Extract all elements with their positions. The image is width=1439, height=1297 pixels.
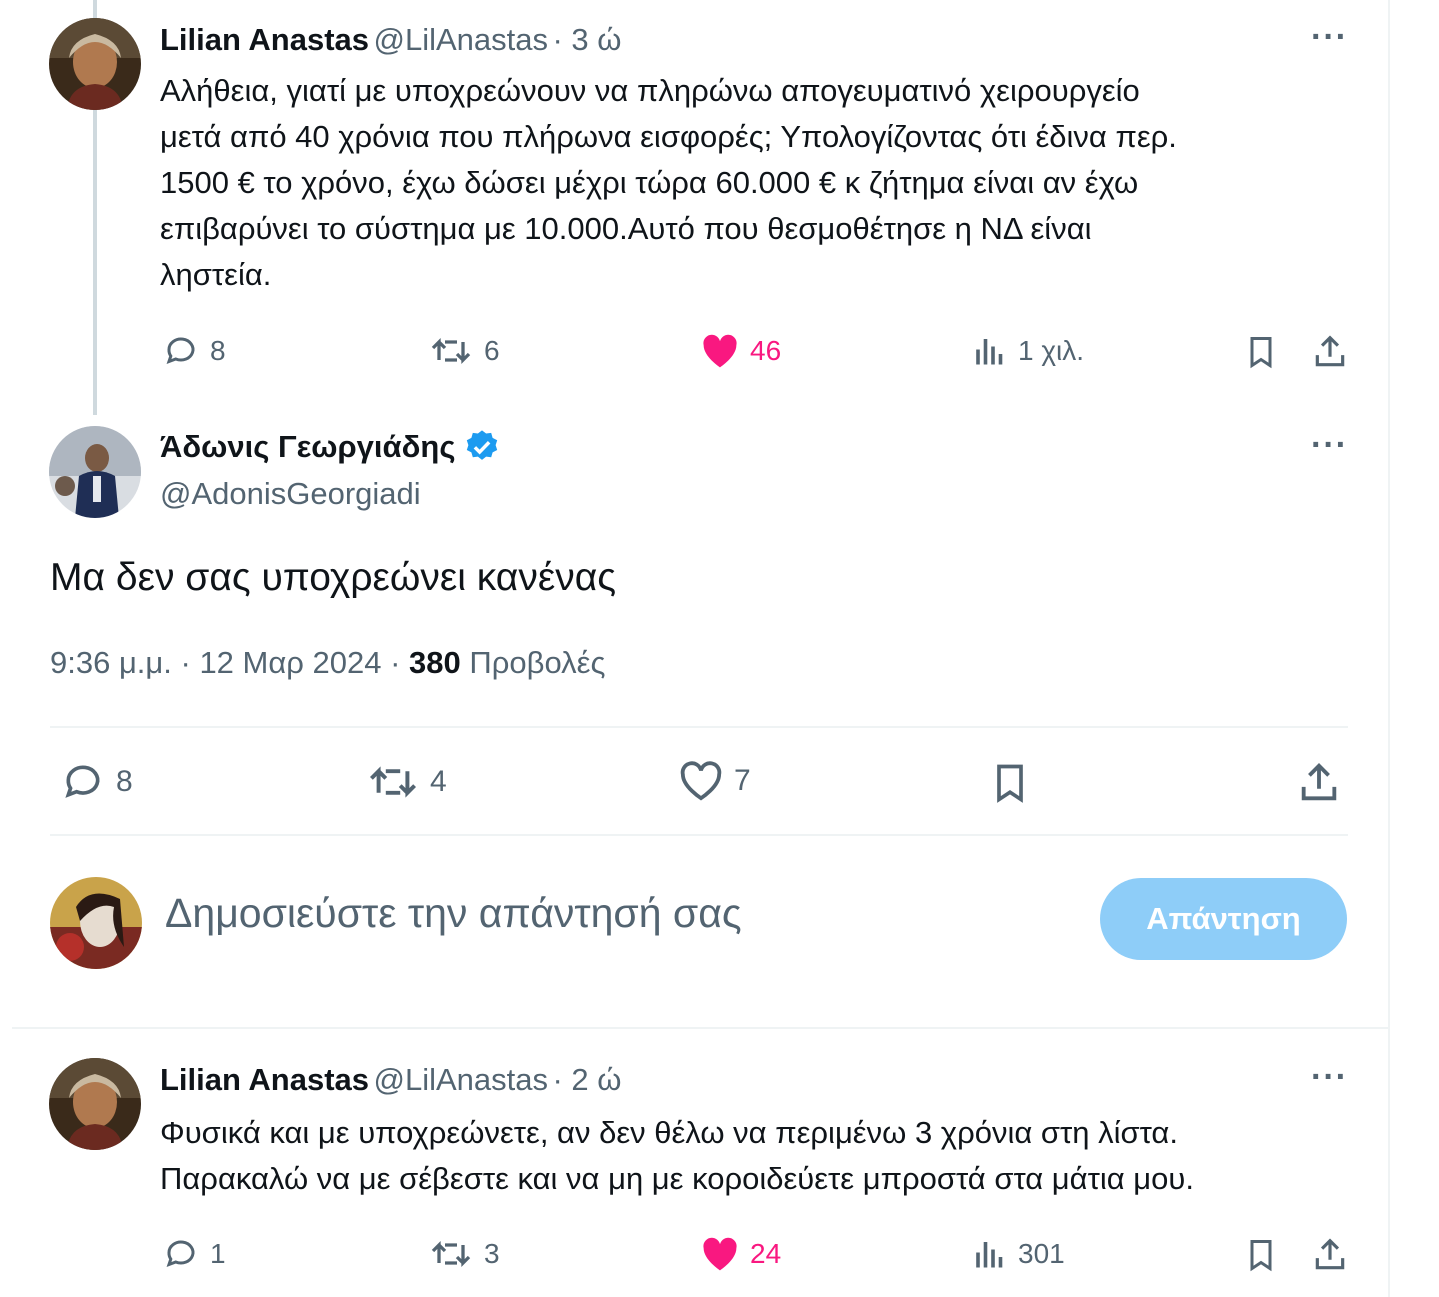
views-label: Προβολές: [469, 645, 606, 680]
like-count: 7: [734, 764, 751, 797]
reply-icon: [166, 1240, 195, 1268]
tweet-time[interactable]: · 2 ώ: [552, 1062, 621, 1097]
avatar[interactable]: [49, 18, 141, 110]
tweet-text: Αλήθεια, γιατί με υποχρεώνουν να πληρώνω…: [160, 68, 1177, 298]
bookmark-icon: [997, 764, 1023, 803]
tweet-time[interactable]: · 3 ώ: [552, 22, 621, 57]
more-options-icon[interactable]: ···: [1311, 1058, 1348, 1097]
share-button[interactable]: [1311, 333, 1349, 371]
reply-count: 8: [210, 335, 226, 366]
reply-icon: [65, 765, 100, 798]
views-button[interactable]: 1 χιλ.: [972, 333, 1084, 369]
share-button[interactable]: [1311, 1236, 1349, 1274]
retweet-button[interactable]: 6: [428, 333, 500, 369]
tweet-header: Lilian Anastas @LilAnastas · 2 ώ: [160, 1062, 621, 1098]
retweet-count: 3: [484, 1238, 500, 1269]
heart-filled-icon: [703, 334, 737, 368]
tweet-text-line: Παρακαλώ να με σέβεστε και να μη με κορο…: [160, 1161, 1194, 1196]
tweet-header: Lilian Anastas @LilAnastas · 3 ώ: [160, 22, 621, 58]
reply-count: 8: [116, 765, 133, 798]
bookmark-button[interactable]: [988, 760, 1032, 806]
main-tweet-text: Μα δεν σας υποχρεώνει κανένας: [50, 556, 617, 599]
more-options-icon[interactable]: ···: [1311, 426, 1348, 465]
views-count: 301: [1018, 1238, 1065, 1269]
like-button[interactable]: 7: [678, 760, 751, 802]
avatar[interactable]: [49, 1058, 141, 1150]
divider: [50, 834, 1348, 836]
divider: [50, 726, 1348, 728]
like-button[interactable]: 46: [700, 333, 781, 369]
author-row: Άδωνις Γεωργιάδης: [160, 428, 501, 466]
divider: [12, 1027, 1390, 1029]
retweet-icon: [369, 766, 417, 798]
views-count: 380: [409, 645, 461, 680]
avatar[interactable]: [49, 426, 141, 518]
verified-badge-icon: [467, 430, 498, 460]
share-icon: [1315, 1238, 1345, 1270]
analytics-icon: [976, 339, 1003, 365]
author-handle[interactable]: @LilAnastas: [373, 1062, 548, 1097]
reply-input[interactable]: Δημοσιεύστε την απάντησή σας: [165, 890, 742, 937]
analytics-icon: [976, 1242, 1003, 1268]
retweet-button[interactable]: 4: [366, 760, 447, 804]
bookmark-icon: [1250, 1240, 1272, 1272]
author-handle[interactable]: @LilAnastas: [373, 22, 548, 57]
reply-icon: [166, 337, 195, 365]
views-count: 1 χιλ.: [1018, 335, 1085, 366]
timeline-border: [1388, 0, 1390, 1297]
tweet-text: Φυσικά και με υποχρεώνετε, αν δεν θέλω ν…: [160, 1110, 1194, 1202]
author-name[interactable]: Lilian Anastas: [160, 22, 369, 57]
tweet-text-line: 1500 € το χρόνο, έχω δώσει μέχρι τώρα 60…: [160, 165, 1139, 200]
share-button[interactable]: [1296, 760, 1342, 806]
tweet-timestamp[interactable]: 9:36 μ.μ. · 12 Μαρ 2024 ·: [50, 645, 409, 680]
tweet-text-line: Αλήθεια, γιατί με υποχρεώνουν να πληρώνω…: [160, 73, 1140, 108]
retweet-icon: [431, 1241, 471, 1267]
avatar[interactable]: [50, 877, 142, 969]
like-button[interactable]: 24: [700, 1236, 781, 1272]
author-name[interactable]: Lilian Anastas: [160, 1062, 369, 1097]
heart-filled-icon: [703, 1237, 737, 1271]
tweet-text-line: Φυσικά και με υποχρεώνετε, αν δεν θέλω ν…: [160, 1115, 1178, 1150]
tweet-text-line: ληστεία.: [160, 257, 272, 292]
more-options-icon[interactable]: ···: [1311, 18, 1348, 57]
retweet-count: 4: [430, 765, 447, 798]
reply-button[interactable]: 1: [162, 1236, 226, 1272]
reply-button[interactable]: 8: [60, 760, 133, 804]
retweet-icon: [431, 338, 471, 364]
reply-count: 1: [210, 1238, 226, 1269]
like-count: 24: [750, 1238, 782, 1269]
reply-button[interactable]: 8: [162, 333, 226, 369]
views-button[interactable]: 301: [972, 1236, 1065, 1272]
retweet-count: 6: [484, 335, 500, 366]
bookmark-button[interactable]: [1243, 333, 1279, 371]
tweet-text-line: επιβαρύνει το σύστημα με 10.000.Αυτό που…: [160, 211, 1092, 246]
bookmark-icon: [1250, 337, 1272, 369]
author-handle[interactable]: @AdonisGeorgiadi: [160, 476, 421, 512]
tweet-meta: 9:36 μ.μ. · 12 Μαρ 2024 · 380 Προβολές: [50, 645, 605, 681]
share-icon: [1301, 763, 1337, 801]
author-name[interactable]: Άδωνις Γεωργιάδης: [160, 429, 455, 465]
like-count: 46: [750, 335, 782, 366]
retweet-button[interactable]: 3: [428, 1236, 500, 1272]
bookmark-button[interactable]: [1243, 1236, 1279, 1274]
tweet-text-line: μετά από 40 χρόνια που πλήρωνα εισφορές;…: [160, 119, 1177, 154]
reply-submit-button[interactable]: Απάντηση: [1100, 878, 1347, 960]
share-icon: [1315, 335, 1345, 367]
heart-icon: [680, 761, 722, 801]
